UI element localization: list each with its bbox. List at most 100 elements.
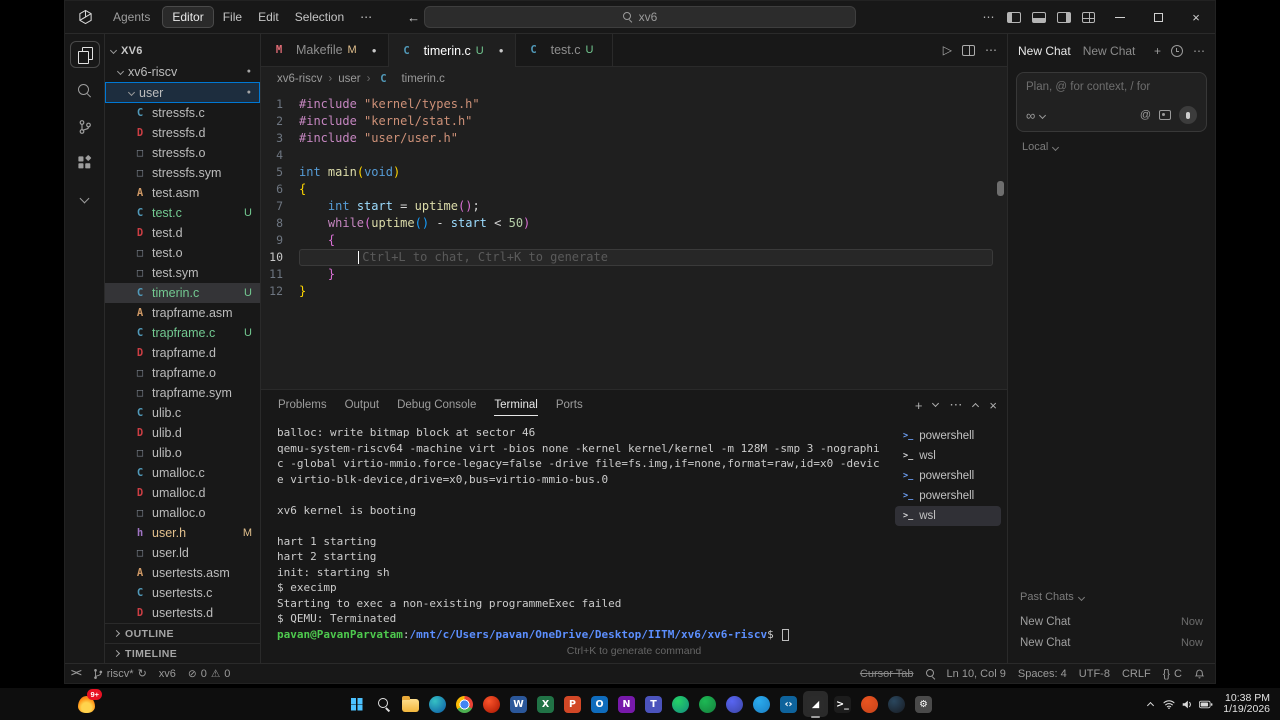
taskbar-app-file-explorer[interactable] — [398, 691, 423, 717]
file-item-umalloc.c[interactable]: Cumalloc.c — [105, 463, 260, 483]
file-item-trapframe.o[interactable]: □ trapframe.o — [105, 363, 260, 383]
code-line-11[interactable]: 11 } — [261, 266, 1007, 283]
attach-image-icon[interactable] — [1159, 110, 1171, 120]
new-terminal-icon[interactable]: + — [915, 398, 923, 413]
taskbar-app-vscode[interactable]: ‹› — [776, 691, 801, 717]
search-view-icon[interactable] — [70, 77, 100, 104]
git-branch-indicator[interactable]: riscv* ↻ — [87, 664, 153, 683]
taskbar-app-powerpoint[interactable]: P — [560, 691, 585, 717]
problems-indicator[interactable]: ⊘ 0 ⚠ 0 — [182, 664, 236, 683]
run-button-icon[interactable]: ▷ — [943, 43, 952, 57]
code-line-6[interactable]: 6{ — [261, 181, 1007, 198]
code-editor[interactable]: 1 #include "kernel/types.h" 2 #include "ker… — [261, 91, 1007, 389]
outline-section[interactable]: OUTLINE — [105, 623, 260, 643]
past-chat-item[interactable]: New Chat Now — [1020, 632, 1203, 653]
terminal-session-powershell[interactable]: >_ powershell — [895, 426, 1001, 446]
file-item-test.o[interactable]: □ test.o — [105, 243, 260, 263]
agent-mode-selector[interactable]: ∞ — [1026, 108, 1047, 123]
language-mode-indicator[interactable]: {} C — [1157, 664, 1188, 683]
file-item-trapframe.d[interactable]: Dtrapframe.d — [105, 343, 260, 363]
file-item-user.h[interactable]: h user.h M — [105, 523, 260, 543]
minimize-button[interactable] — [1101, 1, 1139, 33]
chat-tab[interactable]: New Chat — [1018, 44, 1071, 58]
terminal-output[interactable]: balloc: write bitmap block at sector 46 q… — [261, 420, 895, 645]
folder-item-xv6-riscv[interactable]: xv6-riscv ● — [105, 61, 260, 82]
taskbar-app-spotify[interactable] — [695, 691, 720, 717]
more-actions-icon[interactable]: ⋯ — [976, 6, 1001, 28]
model-selector[interactable]: Local — [1008, 138, 1215, 156]
widgets-button[interactable]: 9+ — [74, 689, 102, 716]
menu-edit[interactable]: Edit — [251, 7, 286, 27]
past-chats-label[interactable]: Past Chats — [1020, 591, 1203, 603]
taskbar-app-teams[interactable]: T — [641, 691, 666, 717]
back-arrow-icon[interactable]: ← — [407, 10, 420, 25]
cursor-tab-toggle[interactable]: Cursor Tab — [854, 664, 920, 683]
maximize-button[interactable] — [1139, 1, 1177, 33]
chat-tab[interactable]: New Chat — [1083, 44, 1136, 58]
file-item-usertests.c[interactable]: Cusertests.c — [105, 583, 260, 603]
chat-more-icon[interactable]: ⋯ — [1193, 44, 1205, 58]
remote-indicator[interactable]: >< — [65, 664, 87, 683]
breadcrumb-item[interactable]: timerin.c — [401, 73, 444, 85]
editor-scrollbar[interactable] — [997, 181, 1004, 196]
taskbar-app-edge[interactable] — [425, 691, 450, 717]
status-search-icon[interactable] — [920, 664, 941, 683]
voice-input-button[interactable] — [1179, 106, 1197, 124]
file-item-trapframe.asm[interactable]: Atrapframe.asm — [105, 303, 260, 323]
editor-tab-Makefile[interactable]: M Makefile M ● — [261, 34, 389, 66]
file-item-ulib.c[interactable]: Culib.c — [105, 403, 260, 423]
taskbar-app-start[interactable] — [344, 691, 369, 717]
file-item-test.asm[interactable]: Atest.asm — [105, 183, 260, 203]
taskbar-app-onenote[interactable]: N — [614, 691, 639, 717]
folder-item-user[interactable]: user ● — [105, 82, 260, 103]
explorer-view-icon[interactable] — [69, 41, 100, 68]
timeline-section[interactable]: TIMELINE — [105, 643, 260, 663]
source-control-icon[interactable] — [70, 113, 100, 140]
taskbar-app-telegram[interactable] — [749, 691, 774, 717]
file-item-usertests.asm[interactable]: Ausertests.asm — [105, 563, 260, 583]
file-item-stressfs.o[interactable]: □ stressfs.o — [105, 143, 260, 163]
code-line-3[interactable]: 3 #include "user/user.h" — [261, 130, 1007, 147]
taskbar-app-ubuntu[interactable] — [857, 691, 882, 717]
terminal-session-wsl[interactable]: >_ wsl — [895, 506, 1001, 526]
taskbar-clock[interactable]: 10:38 PM 1/19/2026 — [1223, 692, 1270, 716]
notifications-bell-icon[interactable] — [1188, 664, 1211, 683]
code-line-1[interactable]: 1 #include "kernel/types.h" — [261, 96, 1007, 113]
panel-more-icon[interactable]: ⋯ — [949, 397, 962, 413]
eol-indicator[interactable]: CRLF — [1116, 664, 1157, 683]
taskbar-app-word[interactable]: W — [506, 691, 531, 717]
project-indicator[interactable]: xv6 — [153, 664, 182, 683]
past-chat-item[interactable]: New Chat Now — [1020, 611, 1203, 632]
new-chat-icon[interactable]: + — [1154, 44, 1161, 58]
terminal-session-powershell[interactable]: >_ powershell — [895, 466, 1001, 486]
additional-views-icon[interactable] — [70, 185, 100, 212]
close-panel-icon[interactable]: × — [989, 398, 997, 413]
code-line-2[interactable]: 2 #include "kernel/stat.h" — [261, 113, 1007, 130]
editor-tab-timerin.c[interactable]: Ctimerin.c U ● — [388, 34, 516, 67]
encoding-indicator[interactable]: UTF-8 — [1073, 664, 1116, 683]
taskbar-app-whatsapp[interactable] — [668, 691, 693, 717]
file-item-ulib.o[interactable]: □ ulib.o — [105, 443, 260, 463]
extensions-icon[interactable] — [70, 149, 100, 176]
taskbar-app-brave[interactable] — [479, 691, 504, 717]
mention-icon[interactable]: @ — [1140, 109, 1151, 121]
terminal-dropdown-icon[interactable] — [932, 399, 940, 408]
panel-tab-terminal[interactable]: Terminal — [485, 390, 546, 420]
panel-tab-ports[interactable]: Ports — [547, 390, 592, 420]
taskbar-app-settings[interactable]: ⚙ — [911, 691, 936, 717]
terminal-session-powershell[interactable]: >_ powershell — [895, 486, 1001, 506]
file-item-timerin.c[interactable]: Ctimerin.c U — [105, 283, 260, 303]
chat-history-icon[interactable] — [1171, 45, 1183, 57]
file-item-test.sym[interactable]: □ test.sym — [105, 263, 260, 283]
toggle-secondary-sidebar-icon[interactable] — [1051, 6, 1076, 28]
breadcrumb-item[interactable]: user — [338, 73, 360, 85]
file-item-umalloc.d[interactable]: Dumalloc.d — [105, 483, 260, 503]
mode-tab-editor[interactable]: Editor — [162, 6, 214, 28]
explorer-root-item[interactable]: XV6 — [105, 40, 260, 61]
code-line-7[interactable]: 7 int start = uptime(); — [261, 198, 1007, 215]
maximize-panel-icon[interactable] — [972, 402, 980, 411]
toggle-primary-sidebar-icon[interactable] — [1001, 6, 1026, 28]
mode-tab-agents[interactable]: Agents — [103, 6, 160, 28]
panel-tab-output[interactable]: Output — [336, 390, 389, 420]
file-item-test.d[interactable]: Dtest.d — [105, 223, 260, 243]
